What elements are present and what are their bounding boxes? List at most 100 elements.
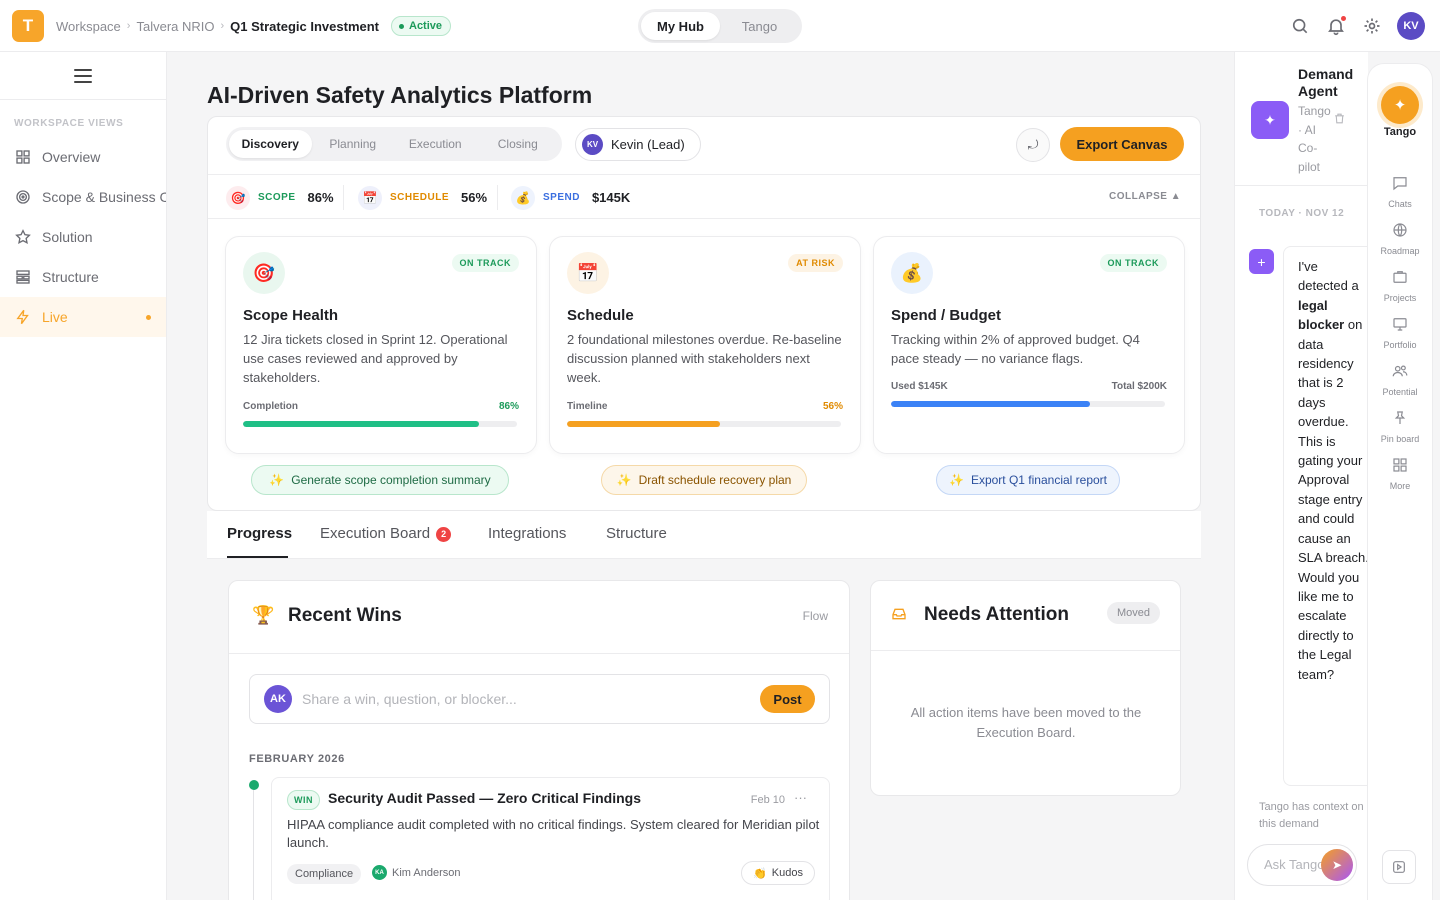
win-item[interactable]: WIN Security Audit Passed — Zero Critica… xyxy=(271,777,830,900)
post-button[interactable]: Post xyxy=(760,685,815,713)
progress-bar xyxy=(891,401,1165,407)
agent-subtitle: Tango · AI Co-pilot xyxy=(1298,104,1331,174)
ai-action-financial-report[interactable]: ✨ Export Q1 financial report xyxy=(936,465,1120,495)
progress-fill xyxy=(243,421,479,427)
chevron-right-icon: › xyxy=(126,20,131,32)
kudos-button[interactable]: 👏 Kudos xyxy=(741,861,815,885)
sidebar-item-structure[interactable]: Structure xyxy=(0,257,166,297)
tab-execution-board[interactable]: Execution Board 2 xyxy=(320,525,452,542)
phase-tab-execution[interactable]: Execution xyxy=(394,130,477,158)
top-bar: T Workspace › Talvera NRIO › Q1 Strategi… xyxy=(0,0,1440,52)
ai-action-scope-summary[interactable]: ✨ Generate scope completion summary xyxy=(251,465,509,495)
rail-item-potential[interactable]: Potential xyxy=(1368,362,1432,400)
ai-action-label: Draft schedule recovery plan xyxy=(638,473,792,487)
kudos-label: Kudos xyxy=(771,867,803,879)
right-rail: ✦ Tango Chats Roadmap Projects Portfolio… xyxy=(1368,64,1432,900)
sidebar-item-scope[interactable]: Scope & Business Case xyxy=(0,177,166,217)
play-button[interactable] xyxy=(1382,850,1416,884)
rail-item-chats[interactable]: Chats xyxy=(1368,174,1432,212)
lead-selector[interactable]: KV Kevin (Lead) xyxy=(575,128,701,161)
phase-tab-discovery[interactable]: Discovery xyxy=(229,130,312,158)
hub-switch: My Hub Tango xyxy=(638,9,802,43)
tab-integrations[interactable]: Integrations xyxy=(488,525,566,542)
rail-item-portfolio[interactable]: Portfolio xyxy=(1368,315,1432,353)
search-icon[interactable] xyxy=(1290,16,1310,36)
tab-structure[interactable]: Structure xyxy=(606,525,667,542)
sidebar-item-label: Structure xyxy=(42,269,99,285)
rail-item-label: Roadmap xyxy=(1380,246,1420,256)
recent-wins-panel: 🏆 Recent Wins Flow AK Share a win, quest… xyxy=(228,580,850,900)
tab-tango[interactable]: Tango xyxy=(720,12,799,40)
message-text: I've detected a xyxy=(1298,259,1359,294)
sidebar-item-overview[interactable]: Overview xyxy=(0,137,166,177)
sidebar-item-live[interactable]: Live xyxy=(0,297,166,337)
rail-item-roadmap[interactable]: Roadmap xyxy=(1368,221,1432,259)
send-icon: ➤ xyxy=(1331,858,1343,872)
win-tag[interactable]: Compliance xyxy=(287,864,362,884)
win-badge: WIN xyxy=(287,790,320,810)
structure-icon xyxy=(16,270,30,284)
metric-value: 56% xyxy=(461,190,488,205)
post-input[interactable]: Share a win, question, or blocker... xyxy=(302,691,517,707)
sparkle-icon: ✨ xyxy=(269,473,285,487)
bolt-icon xyxy=(16,309,29,325)
breadcrumb-workspace[interactable]: Workspace xyxy=(56,19,121,34)
win-author: KA Kim Anderson xyxy=(372,865,460,880)
chat-icon xyxy=(1393,177,1407,191)
undo-button[interactable]: ⤾ xyxy=(1016,128,1050,162)
user-avatar[interactable]: KV xyxy=(1397,12,1425,40)
sidebar-item-label: Scope & Business Case xyxy=(42,189,166,205)
status-badge: ON TRACK xyxy=(1099,254,1167,272)
progress-value: Total $200K xyxy=(1111,381,1167,392)
tab-my-hub[interactable]: My Hub xyxy=(641,12,720,40)
author-avatar: KA xyxy=(372,865,387,880)
metric-value: 86% xyxy=(307,190,334,205)
collapse-button[interactable]: COLLAPSE ▲ xyxy=(1109,191,1181,202)
panel-title: Recent Wins xyxy=(288,605,402,626)
trash-icon[interactable] xyxy=(1333,112,1346,125)
rail-item-projects[interactable]: Projects xyxy=(1368,268,1432,306)
status-badge: Active xyxy=(391,16,452,36)
rail-item-label: More xyxy=(1389,481,1411,491)
panel-title: Needs Attention xyxy=(924,604,1069,625)
rail-item-more[interactable]: More xyxy=(1368,456,1432,494)
menu-icon[interactable] xyxy=(74,69,92,83)
metric-label: SPEND xyxy=(543,192,580,203)
phase-tab-planning[interactable]: Planning xyxy=(312,130,395,158)
panel-header: 🏆 Recent Wins Flow xyxy=(229,581,849,654)
card-schedule: 📅 AT RISK Schedule 2 foundational milest… xyxy=(549,236,861,454)
metric-scope: 🎯 SCOPE 86% xyxy=(226,175,334,220)
progress-value: 56% xyxy=(822,401,843,412)
tab-label: Execution Board xyxy=(320,525,431,542)
rail-item-pin-board[interactable]: Pin board xyxy=(1368,409,1432,447)
progress-bar xyxy=(243,421,517,427)
tango-button[interactable]: ✦ xyxy=(1381,86,1419,124)
money-bag-icon: 💰 xyxy=(511,185,535,210)
ask-input[interactable]: Ask Tango... ➤ xyxy=(1247,844,1357,886)
breadcrumb-org[interactable]: Talvera NRIO xyxy=(136,19,214,34)
export-canvas-button[interactable]: Export Canvas xyxy=(1060,127,1184,161)
target-icon xyxy=(16,190,30,204)
context-note: Tango has context on this demand xyxy=(1259,801,1364,830)
sparkle-icon: ✨ xyxy=(616,473,632,487)
lead-avatar: KV xyxy=(582,134,603,155)
author-name: Kim Anderson xyxy=(392,866,461,879)
win-date: Feb 10 xyxy=(750,794,785,806)
ai-action-recovery-plan[interactable]: ✨ Draft schedule recovery plan xyxy=(601,465,807,495)
tab-progress[interactable]: Progress xyxy=(227,525,292,542)
more-icon[interactable]: ··· xyxy=(794,790,807,805)
calendar-icon: 📅 xyxy=(567,252,609,294)
metric-label: SCHEDULE xyxy=(390,192,450,203)
notification-dot xyxy=(1341,16,1346,21)
app-logo[interactable]: T xyxy=(12,10,44,42)
sidebar-item-label: Overview xyxy=(42,149,101,165)
sidebar-item-solution[interactable]: Solution xyxy=(0,217,166,257)
flow-link[interactable]: Flow xyxy=(803,609,828,623)
send-button[interactable]: ➤ xyxy=(1321,849,1353,881)
phase-tab-closing[interactable]: Closing xyxy=(477,130,560,158)
agent-title: Demand Agent xyxy=(1298,66,1354,99)
grid-icon xyxy=(16,150,30,164)
gear-icon[interactable] xyxy=(1362,16,1382,36)
trophy-icon: 🏆 xyxy=(252,605,275,625)
sparkle-icon: ✦ xyxy=(1251,101,1289,139)
